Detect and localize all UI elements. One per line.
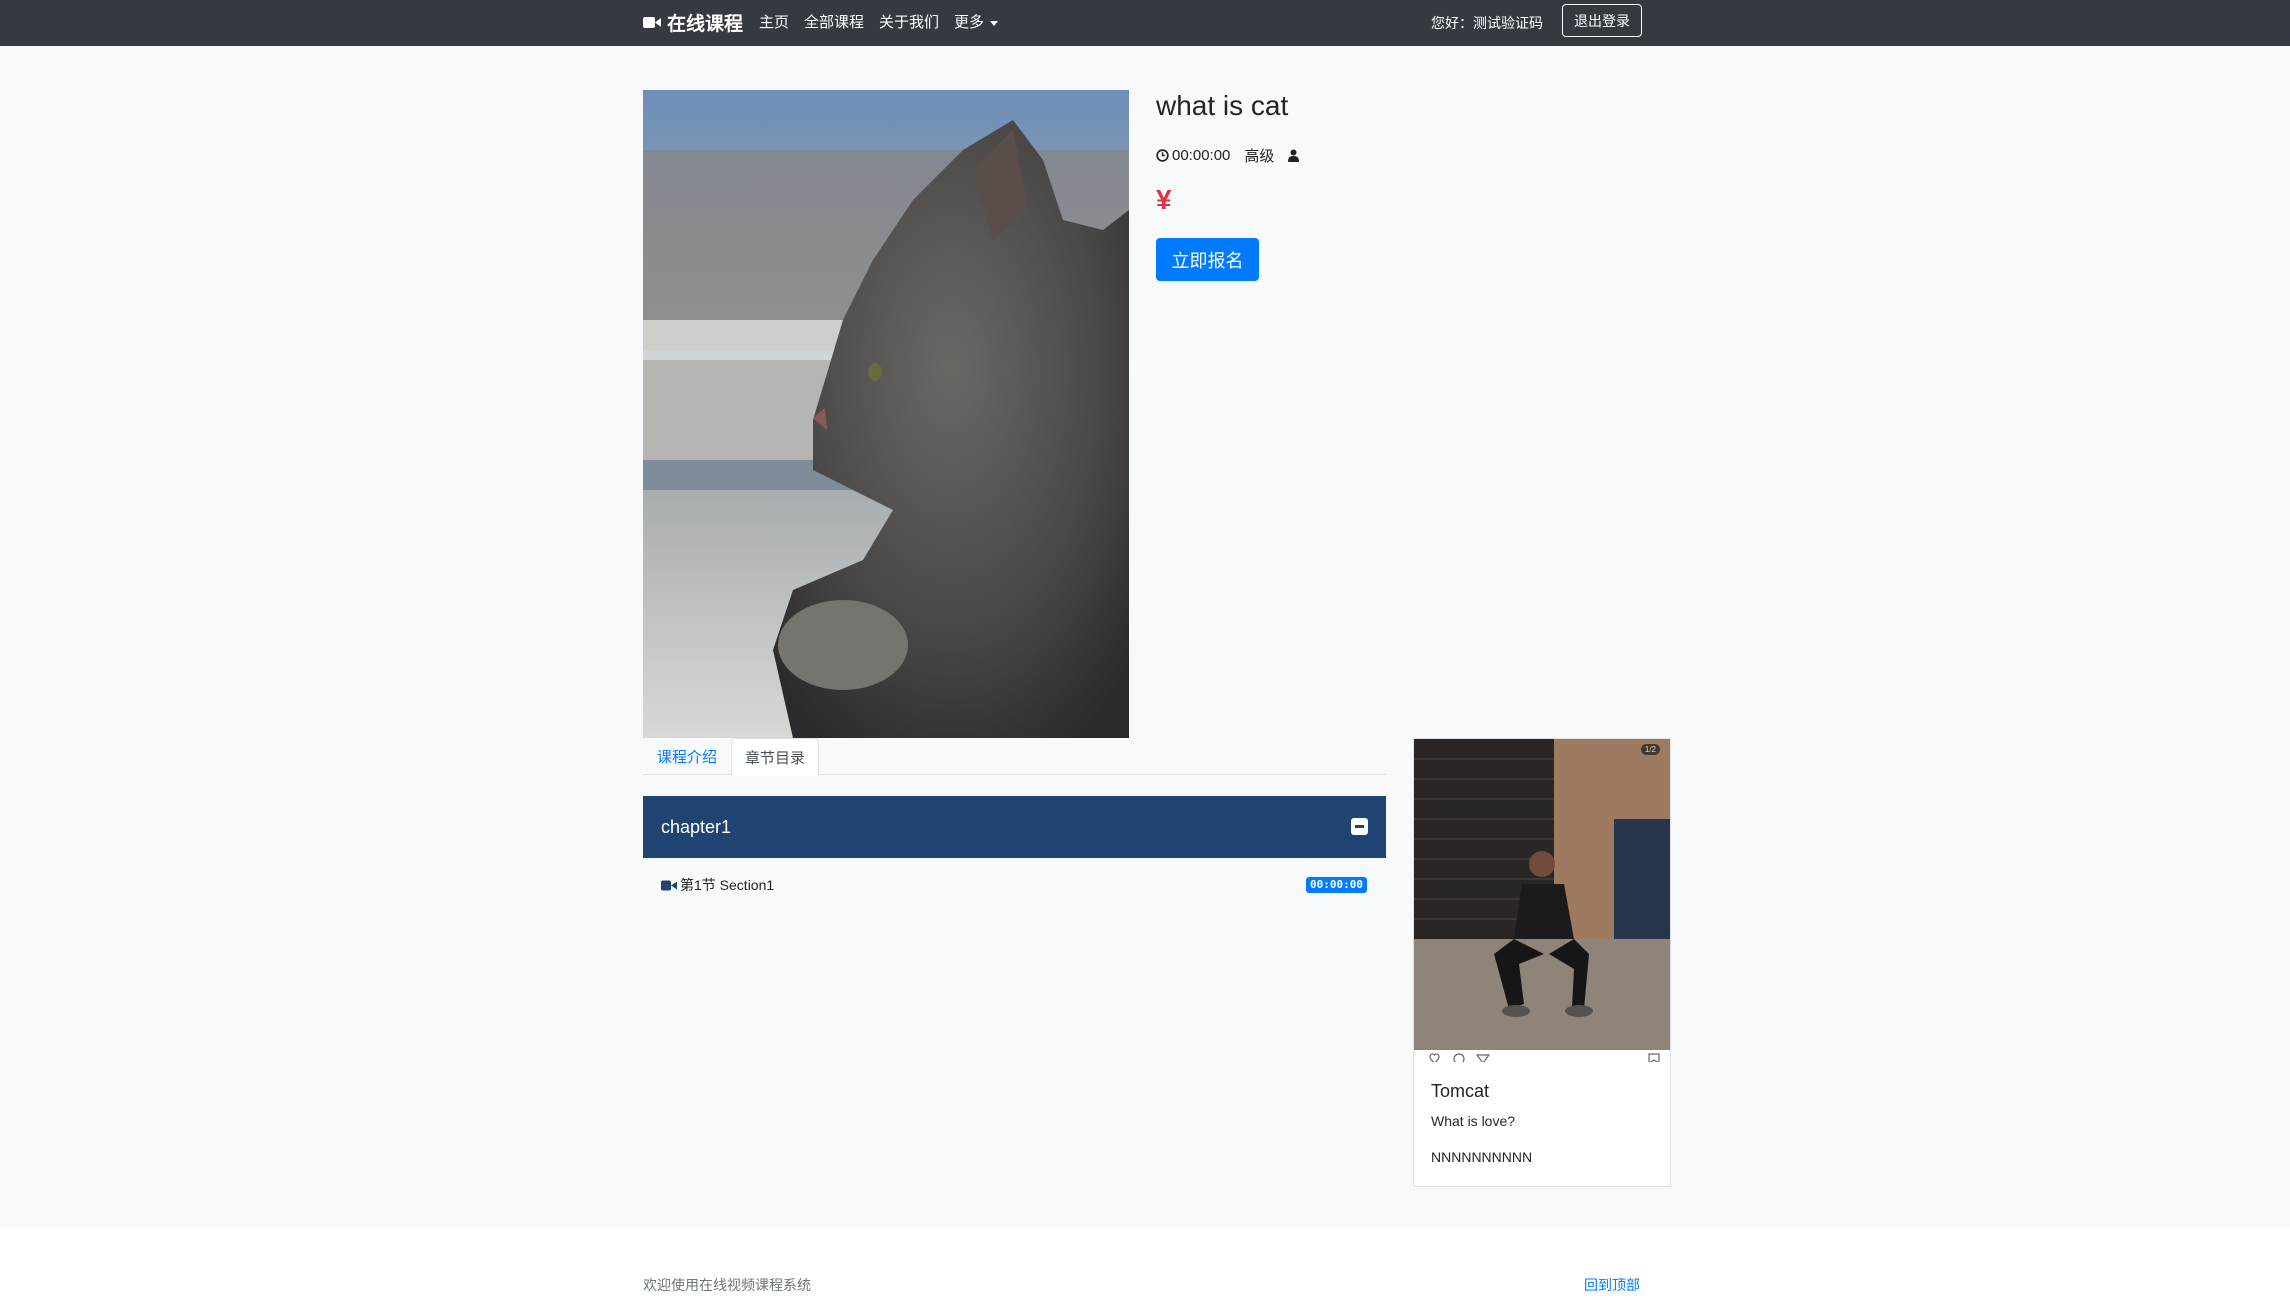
caret-down-icon	[990, 20, 999, 26]
tab-chapter-list[interactable]: 章节目录	[731, 738, 819, 776]
course-meta: 00:00:00 高级	[1156, 145, 1316, 166]
nav-link-home[interactable]: 主页	[759, 11, 789, 32]
user-greeting: 您好：测试验证码	[1431, 15, 1543, 31]
nav-link-all-courses[interactable]: 全部课程	[804, 11, 864, 32]
user-icon	[1288, 149, 1302, 162]
course-duration-value: 00:00:00	[1172, 147, 1231, 164]
instructor-name: Tomcat	[1431, 1081, 1490, 1101]
card-action-icons	[1414, 1050, 1670, 1062]
instructor-photo: 1/2	[1414, 739, 1670, 1050]
nav-dropdown-more-label: 更多	[954, 14, 985, 31]
tab-course-intro[interactable]: 课程介绍	[643, 738, 731, 775]
back-to-top-link[interactable]: 回到顶部	[1584, 1275, 1640, 1295]
enroll-button[interactable]: 立即报名	[1156, 238, 1259, 281]
course-tabs: 课程介绍 章节目录	[643, 738, 1386, 776]
top-navbar: 在线课程 主页 全部课程 关于我们 更多 您好：测试验证码 退出登录	[0, 0, 2290, 46]
section-row[interactable]: 第1节 Section1 00:00:00	[643, 870, 1386, 900]
nav-link-about[interactable]: 关于我们	[879, 11, 939, 32]
footer-welcome-text: 欢迎使用在线视频课程系统	[643, 1277, 811, 1293]
chapter-title: chapter1	[661, 816, 732, 837]
nav-dropdown-more[interactable]: 更多	[954, 11, 999, 32]
section-label: 第1节 Section1	[680, 877, 775, 893]
chapter-header[interactable]: chapter1	[643, 796, 1386, 858]
section-duration-badge: 00:00:00	[1306, 877, 1367, 893]
video-camera-icon	[661, 880, 677, 890]
nav-links: 主页 全部课程 关于我们 更多	[759, 11, 999, 32]
instructor-card: 1/2 Tomcat What is love? NNNNNNNNNN	[1413, 738, 1671, 1187]
image-counter: 1/2	[1640, 744, 1660, 755]
course-title: what is cat	[1156, 90, 1289, 121]
course-duration: 00:00:00	[1156, 147, 1230, 164]
brand-link[interactable]: 在线课程	[643, 8, 743, 36]
page-footer: 欢迎使用在线视频课程系统 回到顶部	[0, 1229, 2290, 1300]
course-price: ¥	[1156, 184, 1172, 215]
course-cover-image	[643, 90, 1129, 738]
brand-text: 在线课程	[667, 13, 744, 35]
logout-button[interactable]: 退出登录	[1562, 4, 1642, 37]
video-camera-icon	[643, 16, 661, 28]
instructor-caption: What is love?	[1431, 1113, 1516, 1129]
instructor-description: NNNNNNNNNN	[1431, 1149, 1533, 1165]
course-level: 高级	[1244, 148, 1275, 165]
clock-icon	[1156, 149, 1169, 162]
collapse-minus-icon[interactable]	[1351, 818, 1368, 835]
